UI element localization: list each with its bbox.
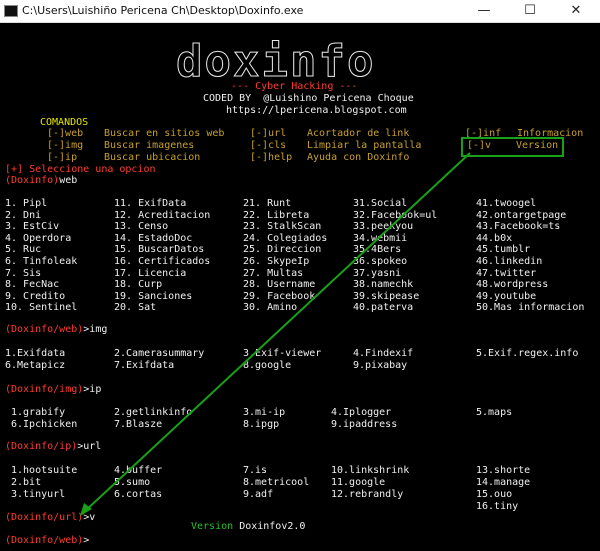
close-button[interactable]: ✕ [553, 0, 599, 22]
minimize-button[interactable]: — [461, 0, 507, 22]
maximize-button[interactable]: ☐ [507, 0, 553, 22]
terminal-output[interactable]: doxinfo --- Cyber Hacking --- CODED BY @… [0, 23, 600, 551]
window-title: C:\Users\Luishiño Pericena Ch\Desktop\Do… [22, 4, 304, 17]
console-window: C:\Users\Luishiño Pericena Ch\Desktop\Do… [0, 0, 600, 551]
annotation-arrow [80, 152, 471, 516]
console-icon [4, 5, 18, 17]
title-bar[interactable]: C:\Users\Luishiño Pericena Ch\Desktop\Do… [0, 0, 600, 23]
